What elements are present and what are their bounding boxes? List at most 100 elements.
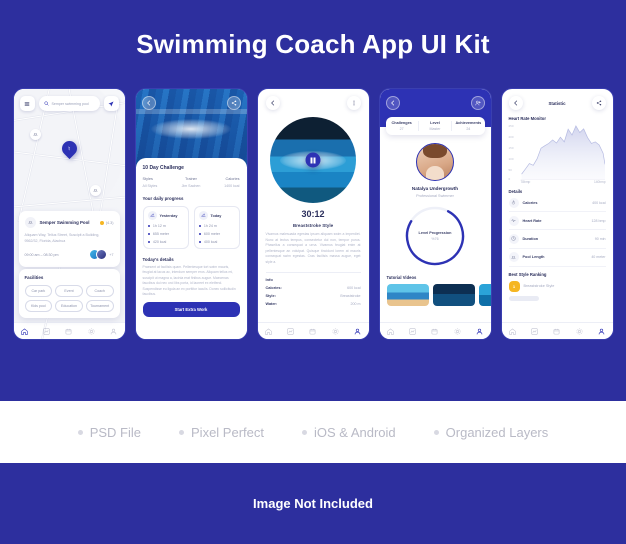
facility-chip[interactable]: Coach	[85, 285, 114, 297]
pool-icon	[508, 252, 519, 263]
detail-row-pool-length: Pool Length 40 meter	[508, 249, 606, 267]
back-button[interactable]	[385, 96, 400, 110]
detail-key: Heart Rate	[522, 218, 542, 223]
y-tick: 200	[508, 135, 514, 139]
nav-stats-icon[interactable]	[409, 327, 416, 335]
ring-label: Level Progression	[418, 231, 452, 235]
pool-icon	[92, 189, 98, 192]
swimmer-icon-wrap	[147, 211, 157, 220]
detail-row-heart-rate: Heart Rate 128 bmp	[508, 212, 606, 231]
player-top-bar	[265, 96, 361, 110]
statistic-top-bar: Statistic	[508, 96, 606, 110]
flame-icon	[508, 197, 519, 208]
member-avatars[interactable]: +7	[89, 249, 114, 260]
pool-icon	[32, 133, 38, 136]
share-button[interactable]	[591, 96, 606, 110]
today-details-heading: Today's details	[142, 257, 174, 262]
nav-calendar-icon[interactable]	[431, 328, 438, 335]
facility-chip[interactable]: Education	[55, 300, 83, 312]
meta-trainer[interactable]: Trainer Jim Sachen	[175, 177, 207, 188]
nav-stats-icon[interactable]	[43, 327, 50, 335]
detail-value: 400 kcal	[592, 200, 606, 205]
stat-value: Master	[429, 127, 441, 131]
add-user-button[interactable]	[470, 96, 485, 110]
pause-button[interactable]	[305, 152, 321, 168]
feature-item: PSD File	[77, 424, 142, 440]
facility-chip[interactable]: Car park	[24, 285, 53, 297]
bullet-dot-icon	[179, 429, 185, 435]
y-tick: 50	[508, 168, 512, 172]
stat-achievements: Achievements 24	[451, 121, 484, 131]
meta-key: Trainer	[185, 177, 197, 181]
nav-settings-icon[interactable]	[576, 328, 583, 335]
facility-chip[interactable]: Kids pool	[24, 300, 53, 312]
map-canvas[interactable]: Semper swimming pool ♮ Semper Swimming P…	[13, 89, 125, 339]
map-poi[interactable]	[89, 185, 101, 196]
back-arrow-icon	[513, 100, 517, 106]
back-button[interactable]	[265, 96, 280, 110]
place-card[interactable]: Semper Swimming Pool (4.3) Aliquam Way, …	[18, 211, 120, 267]
y-tick: 0	[508, 177, 511, 181]
profile-stats-card: Challenges 27 Level Master Achievements …	[385, 117, 485, 135]
nav-calendar-icon[interactable]	[309, 328, 316, 335]
nav-home-icon[interactable]	[387, 328, 394, 335]
y-tick: 150	[508, 146, 514, 150]
rank-badge: 1	[508, 280, 520, 292]
bullet-dot	[147, 232, 150, 236]
nav-home-icon[interactable]	[509, 328, 516, 335]
avatar-overflow-count: +7	[109, 252, 114, 257]
avatar	[96, 249, 108, 260]
meta-styles[interactable]: Styles All Styles	[143, 177, 175, 188]
back-button[interactable]	[141, 96, 156, 110]
nav-calendar-icon[interactable]	[553, 328, 560, 335]
search-input[interactable]: Semper swimming pool	[38, 96, 100, 111]
navigate-button[interactable]	[103, 96, 119, 111]
bullet-dot-icon	[77, 429, 83, 435]
detail-key: Pool Length	[522, 255, 545, 260]
nav-settings-icon[interactable]	[88, 328, 95, 335]
nav-stats-icon[interactable]	[287, 327, 294, 335]
place-name: Semper Swimming Pool	[39, 220, 90, 225]
page-title: Swimming Coach App UI Kit	[136, 28, 490, 59]
menu-button[interactable]	[19, 96, 35, 111]
nav-profile-icon[interactable]	[598, 328, 605, 335]
meta-calories[interactable]: Calories 1400 kcal	[207, 177, 239, 188]
facility-chip[interactable]: Event	[55, 285, 83, 297]
tutorial-video-thumbnail[interactable]	[432, 284, 475, 306]
meta-value: Jim Sachen	[181, 184, 201, 188]
nav-settings-icon[interactable]	[332, 328, 339, 335]
nav-calendar-icon[interactable]	[65, 328, 72, 335]
nav-profile-icon[interactable]	[476, 328, 483, 335]
progress-card-row: Yesterday 1h 12 m 655 meter 420 kcal Tod…	[142, 206, 240, 249]
nav-profile-icon[interactable]	[354, 328, 361, 335]
facility-chip[interactable]: Tournament	[85, 300, 114, 312]
nav-stats-icon[interactable]	[531, 327, 538, 335]
more-options-button[interactable]	[346, 96, 361, 110]
start-extra-work-button[interactable]: Start Extra Work	[142, 302, 240, 318]
stat-value: 27	[399, 127, 404, 131]
facilities-heading: Facilities	[24, 275, 44, 280]
map-poi[interactable]	[29, 129, 41, 140]
tutorial-video-thumbnail[interactable]	[478, 284, 491, 306]
tutorial-video-thumbnail[interactable]	[386, 284, 429, 306]
bullet-dot	[198, 232, 201, 236]
challenge-hero-image	[135, 89, 247, 167]
nav-home-icon[interactable]	[265, 328, 272, 335]
place-hours: 09:00 am – 08:30 pm	[24, 252, 59, 257]
swimmer-icon	[149, 213, 155, 217]
info-heading: Info	[265, 271, 361, 282]
share-button[interactable]	[226, 96, 241, 110]
ranking-row[interactable]: 1 Breaststroke Style	[508, 280, 606, 292]
menu-icon	[24, 101, 30, 106]
feature-label: PSD File	[89, 424, 142, 440]
today-details-text: Praesent at facilisis quam. Pellentesque…	[142, 265, 236, 297]
bullet-dot-icon	[433, 429, 439, 435]
nav-home-icon[interactable]	[21, 328, 28, 335]
heart-rate-chart-svg	[509, 124, 606, 182]
nav-settings-icon[interactable]	[454, 328, 461, 335]
stat-key: Challenges	[391, 121, 412, 125]
map-pin-selected[interactable]: ♮	[58, 137, 80, 160]
nav-profile-icon[interactable]	[110, 328, 117, 335]
back-button[interactable]	[508, 96, 523, 110]
pool-video-thumbnail[interactable]	[270, 117, 356, 203]
